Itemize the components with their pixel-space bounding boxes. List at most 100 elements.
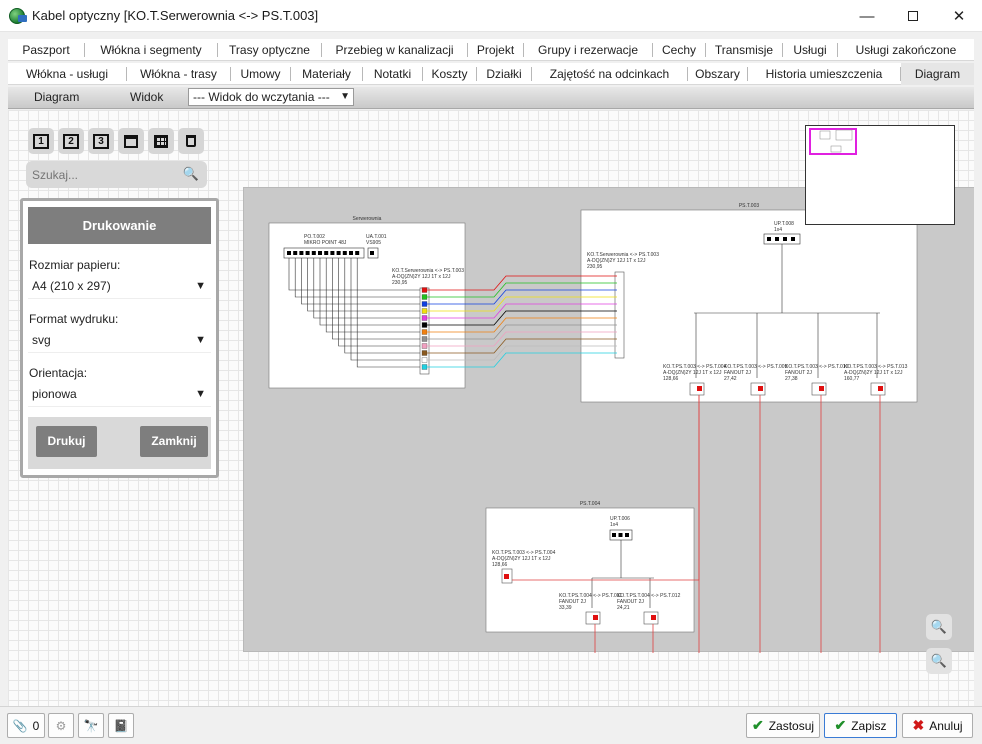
tab-notatki[interactable]: Notatki — [363, 63, 422, 85]
tab-przebieg[interactable]: Przebieg w kanalizacji — [322, 39, 467, 61]
port-dot — [355, 251, 360, 255]
diagram-sheet[interactable]: Serwerownia PO.T.002 MIKRO POINT 48J UA.… — [243, 187, 974, 653]
fiber-color-marker — [421, 301, 428, 307]
menu-widok[interactable]: Widok — [130, 90, 163, 104]
print-panel: Drukowanie Rozmiar papieru: A4 (210 x 29… — [20, 198, 219, 478]
port-dot — [299, 251, 304, 255]
tab-transmisje[interactable]: Transmisje — [706, 39, 782, 61]
fiber-color-marker — [421, 308, 428, 314]
network-button[interactable]: ⚙ — [48, 713, 74, 738]
tab-paszport[interactable]: Paszport — [8, 39, 84, 61]
close-window-button[interactable]: ✕ — [936, 0, 982, 32]
fiber-color-marker — [758, 386, 763, 391]
minimize-button[interactable]: — — [844, 0, 890, 32]
fiber-color-marker — [421, 343, 428, 349]
diagram-menu-bar: Diagram Widok --- Widok do wczytania ---… — [8, 87, 974, 109]
binoculars-button[interactable]: 🔭 — [78, 713, 104, 738]
fiber-diagram[interactable]: Serwerownia PO.T.002 MIKRO POINT 48J UA.… — [244, 188, 974, 653]
paper-size-label: Rozmiar papieru: — [29, 258, 121, 272]
port-dot — [342, 251, 347, 255]
maximize-button[interactable] — [890, 0, 936, 32]
tab-dzialki[interactable]: Działki — [477, 63, 531, 85]
fiber-color-marker — [697, 386, 702, 391]
print-panel-title: Drukowanie — [28, 207, 211, 244]
tab-grupy[interactable]: Grupy i rezerwacje — [524, 39, 652, 61]
format-select[interactable]: svg ▼ — [28, 328, 211, 353]
fiber-color-marker — [593, 615, 598, 620]
close-panel-button[interactable]: Zamknij — [140, 426, 208, 457]
search-box: 🔍 — [26, 161, 207, 188]
node-pst004-title: PS.T.004 — [580, 501, 601, 507]
search-input[interactable] — [32, 165, 182, 184]
tab-wlokna-segmenty[interactable]: Włókna i segmenty — [85, 39, 217, 61]
node-serwerownia[interactable]: Serwerownia PO.T.002 MIKRO POINT 48J UA.… — [268, 216, 623, 389]
zoom-in-icon: 🔍 — [930, 619, 948, 634]
layer-2-button[interactable]: 2 — [58, 128, 84, 154]
bottom-bar: 📎 0 ⚙ 🔭 📓 ✔ Zastosuj ✔ Zapisz ✖ Anuluj — [0, 706, 982, 744]
tab-projekt[interactable]: Projekt — [468, 39, 523, 61]
output-cable-length: 160,77 — [844, 376, 860, 382]
port-dot — [324, 251, 329, 255]
output-cable-length: 33,39 — [559, 605, 572, 611]
layer-3-icon: 3 — [93, 133, 109, 149]
tab-koszty[interactable]: Koszty — [423, 63, 476, 85]
window-icon — [124, 134, 138, 148]
print-panel-footer: Drukuj Zamknij — [28, 417, 211, 469]
cable-length: 230,95 — [587, 264, 603, 270]
notes-button[interactable]: 📓 — [108, 713, 134, 738]
save-button[interactable]: ✔ Zapisz — [824, 713, 897, 738]
tab-obszary[interactable]: Obszary — [688, 63, 747, 85]
zoom-in-button[interactable]: 🔍 — [926, 614, 952, 640]
apply-button[interactable]: ✔ Zastosuj — [746, 713, 820, 738]
tab-materialy[interactable]: Materiały — [291, 63, 362, 85]
check-icon: ✔ — [751, 717, 764, 733]
grid-icon — [154, 134, 168, 148]
node-pst004[interactable]: PS.T.004 UP.T.006 1x4 KO.T.PS.T.003 <-> … — [485, 501, 695, 633]
fiber-color-marker — [421, 287, 428, 293]
port-dot — [349, 251, 353, 255]
chevron-down-icon: ▼ — [340, 91, 350, 102]
layer-1-button[interactable]: 1 — [28, 128, 54, 154]
orientation-select[interactable]: pionowa ▼ — [28, 382, 211, 407]
tab-row-2: Włókna - usługi Włókna - trasy Umowy Mat… — [8, 63, 974, 85]
node-serwerownia-title: Serwerownia — [353, 216, 382, 222]
window-title: Kabel optyczny [KO.T.Serwerownia <-> PS.… — [32, 8, 319, 23]
delete-button[interactable] — [178, 128, 204, 154]
port-dot — [311, 251, 316, 255]
port-dot — [330, 251, 335, 255]
port-dot — [287, 251, 291, 255]
tab-uslugi[interactable]: Usługi — [783, 39, 837, 61]
port-dot — [336, 251, 341, 255]
zoom-out-button[interactable]: 🔍 — [926, 648, 952, 674]
tab-wlokna-trasy[interactable]: Włókna - trasy — [127, 63, 230, 85]
tab-trasy-optyczne[interactable]: Trasy optyczne — [218, 39, 321, 61]
grid-button[interactable] — [148, 128, 174, 154]
format-label: Format wydruku: — [29, 312, 119, 326]
menu-diagram[interactable]: Diagram — [34, 90, 79, 104]
node-pst003-title: PS.T.003 — [739, 203, 760, 209]
network-icon: ⚙ — [55, 718, 67, 733]
notebook-icon: 📓 — [113, 718, 129, 733]
tab-diagram[interactable]: Diagram — [901, 63, 974, 85]
attachments-button[interactable]: 📎 0 — [7, 713, 45, 738]
tab-zajetosc[interactable]: Zajętość na odcinkach — [532, 63, 687, 85]
fiber-color-marker — [421, 357, 428, 363]
paper-size-select[interactable]: A4 (210 x 297) ▼ — [28, 274, 211, 299]
node-pst003[interactable]: PS.T.003 UP.T.008 1x4 KO.T.Serwerownia <… — [580, 203, 918, 403]
view-select[interactable]: --- Widok do wczytania --- ▼ — [188, 88, 354, 106]
search-icon[interactable]: 🔍 — [183, 166, 199, 182]
tab-wlokna-uslugi[interactable]: Włókna - usługi — [8, 63, 126, 85]
window-button[interactable] — [118, 128, 144, 154]
cancel-button[interactable]: ✖ Anuluj — [902, 713, 973, 738]
diagram-canvas[interactable]: 1 2 3 🔍 Drukowanie Rozmiar papieru: A4 (… — [8, 110, 974, 706]
tab-historia[interactable]: Historia umieszczenia — [748, 63, 900, 85]
print-button[interactable]: Drukuj — [36, 426, 97, 457]
minimap[interactable] — [805, 125, 955, 225]
port-dot — [293, 251, 298, 255]
tab-umowy[interactable]: Umowy — [231, 63, 290, 85]
tab-uslugi-zakonczone[interactable]: Usługi zakończone — [838, 39, 974, 61]
output-cable-length: 27,38 — [785, 376, 798, 382]
tab-cechy[interactable]: Cechy — [653, 39, 705, 61]
layer-3-button[interactable]: 3 — [88, 128, 114, 154]
binoculars-icon: 🔭 — [83, 718, 99, 733]
